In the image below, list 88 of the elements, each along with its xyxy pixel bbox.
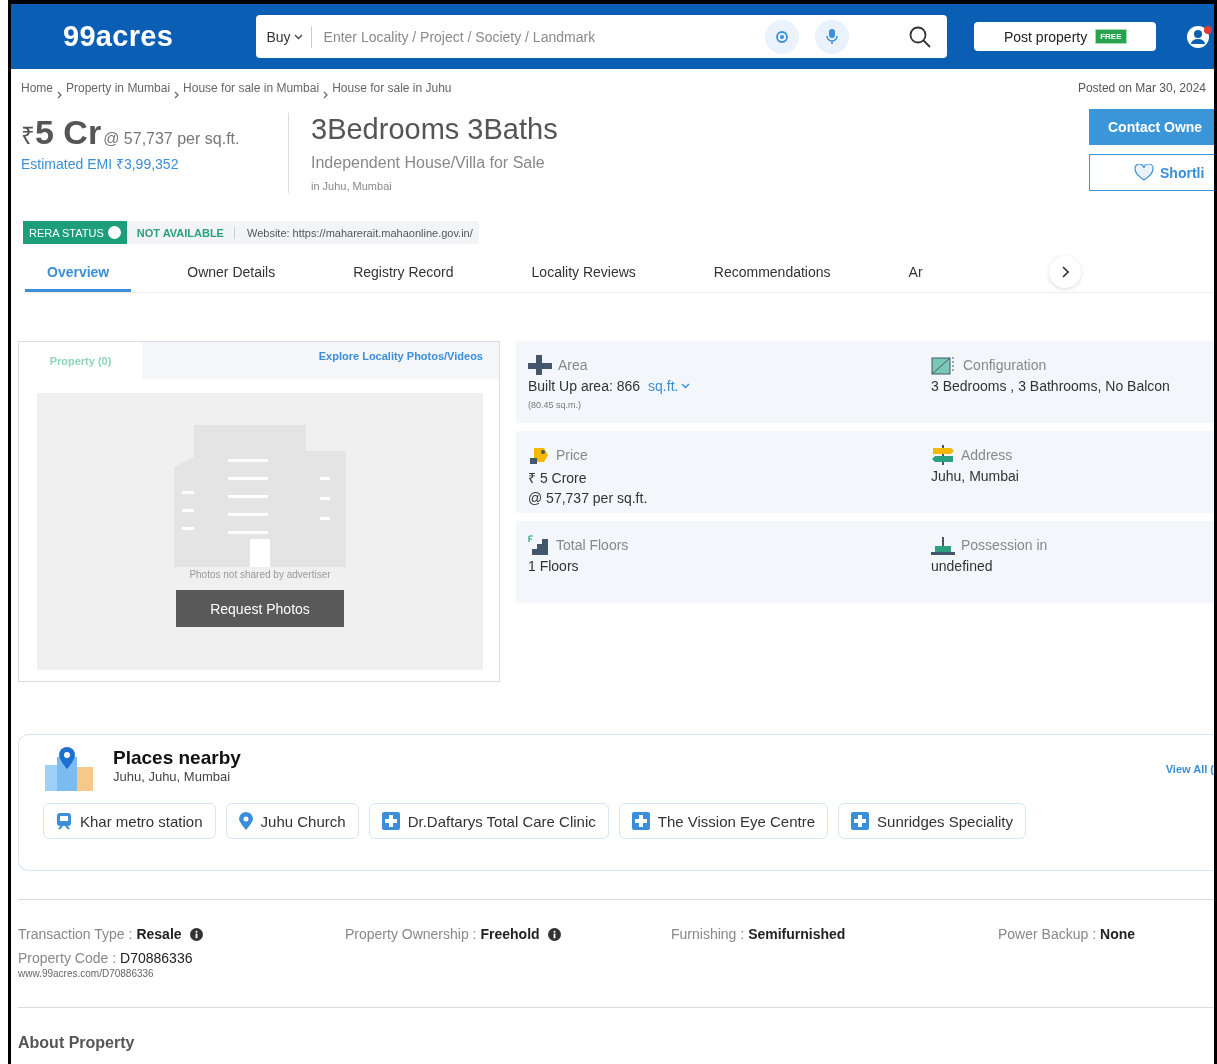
detail-value: 1 Floors — [528, 558, 580, 574]
hospital-icon — [631, 812, 650, 830]
tab[interactable]: Registry Record — [331, 254, 476, 292]
section-title: About Property — [18, 1034, 136, 1052]
train-icon — [56, 812, 72, 830]
request-photos-button[interactable]: Request Photos — [176, 590, 344, 627]
place-chip[interactable]: Juhu Church — [225, 803, 359, 839]
fact-label: Furnishing : — [671, 926, 745, 942]
signpost-icon — [931, 445, 955, 465]
breadcrumb-link[interactable]: Home — [21, 81, 53, 109]
chevron-icon — [57, 91, 62, 99]
post-property-button[interactable]: Post property FREE — [974, 22, 1156, 51]
search-button[interactable] — [909, 25, 932, 48]
place-chip[interactable]: Sunridges Speciality — [838, 803, 1026, 839]
detail-label: Possession in — [961, 537, 1048, 553]
property-type: Independent House/Villa for Sale — [311, 154, 546, 172]
fact-value: None — [1100, 926, 1136, 942]
microphone-icon — [826, 29, 839, 44]
chevron-icon — [323, 91, 329, 99]
breadcrumb-link[interactable]: Property in Mumbai — [66, 81, 171, 109]
price-per-sqft: @ 57,737 per sq.ft. — [103, 130, 240, 148]
rera-status-badge: RERA STATUS — [23, 221, 127, 244]
detail-value: 3 Bedrooms , 3 Bathrooms, No Balcon — [931, 378, 1171, 394]
tab[interactable]: Ar — [886, 254, 945, 292]
target-icon — [775, 29, 790, 44]
chevron-icon — [174, 91, 180, 99]
fact-label: Transaction Type : — [18, 926, 133, 942]
rera-status: NOT AVAILABLE — [126, 226, 235, 239]
breadcrumb-link[interactable]: House for sale in Mumbai — [183, 81, 320, 109]
view-all-link[interactable]: View All ( — [1165, 763, 1214, 775]
chevron-right-icon — [1061, 266, 1069, 278]
fact-value: Resale — [136, 926, 182, 942]
tab[interactable]: Owner Details — [165, 254, 298, 292]
place-chip[interactable]: Dr.Daftarys Total Care Clinic — [368, 803, 609, 839]
detail-label: Area — [558, 357, 588, 373]
detail-value: Juhu, Mumbai — [931, 468, 1020, 484]
detail-label: Configuration — [963, 357, 1047, 373]
property-code: D70886336 — [120, 950, 193, 966]
fact-value: Semifurnished — [748, 926, 846, 942]
location-button[interactable] — [765, 19, 800, 54]
property-url: www.99acres.com/D70886336 — [18, 968, 155, 979]
next-button[interactable] — [1049, 256, 1081, 288]
detail-value: undefined — [931, 558, 994, 574]
layout-icon — [931, 355, 957, 375]
breadcrumb-link[interactable]: House for sale in Juhu — [332, 81, 452, 109]
caret-icon — [293, 33, 303, 40]
fact-label: Property Ownership : — [345, 926, 477, 942]
fact-label: Power Backup : — [998, 926, 1097, 942]
buy-dropdown[interactable]: Buy — [266, 25, 312, 48]
city-pin-icon — [43, 747, 95, 791]
area-icon — [528, 355, 552, 375]
hospital-icon — [851, 812, 870, 830]
place-chip[interactable]: The Vission Eye Centre — [618, 803, 829, 839]
stairs-icon — [528, 535, 550, 555]
photos-note: Photos not shared by advertiser — [189, 569, 331, 580]
voice-button[interactable] — [815, 19, 850, 54]
place-chip[interactable]: Khar metro station — [43, 803, 216, 839]
building-icon — [931, 535, 955, 555]
rupee-sign: ₹ — [21, 121, 35, 151]
fact-value: Freehold — [480, 926, 540, 942]
search-field[interactable]: Buy Enter Locality / Project / Society / Landmark — [256, 15, 948, 58]
emi-link[interactable]: Estimated EMI ₹3,99,352 — [21, 154, 288, 173]
detail-subtext: (80.45 sq.m.) — [528, 400, 583, 410]
detail-label: Total Floors — [556, 537, 629, 553]
rera-website: Website: https://maharerait.mahaonline.gov.in/ — [245, 226, 474, 239]
location-pin-icon — [238, 812, 253, 830]
detail-value: ₹ 5 Crore — [528, 469, 588, 487]
detail-label: Price — [556, 447, 588, 463]
places-title: Places nearby — [113, 747, 241, 769]
hospital-icon — [381, 812, 400, 830]
detail-value: @ 57,737 per sq.ft. — [528, 490, 649, 506]
places-subtitle: Juhu, Juhu, Mumbai — [113, 769, 232, 784]
price: 5 Cr — [35, 113, 102, 152]
logo[interactable]: 99acres — [63, 20, 257, 53]
caret-icon — [681, 383, 691, 389]
price-tag-icon — [528, 445, 550, 465]
free-badge: FREE — [1095, 29, 1127, 44]
fact-label: Property Code : — [18, 950, 117, 966]
search-icon — [909, 25, 932, 48]
property-location: in Juhu, Mumbai — [311, 180, 393, 192]
detail-value: Built Up area: 866 sq.ft. — [528, 378, 919, 394]
tab[interactable]: Locality Reviews — [509, 254, 658, 292]
detail-label: Address — [961, 447, 1013, 463]
user-button[interactable] — [1186, 24, 1214, 49]
property-title: 3Bedrooms 3Baths — [311, 113, 559, 146]
heart-icon — [1134, 164, 1154, 181]
tab[interactable]: Recommendations — [691, 254, 853, 292]
posted-date: Posted on Mar 30, 2024 — [1077, 81, 1206, 97]
